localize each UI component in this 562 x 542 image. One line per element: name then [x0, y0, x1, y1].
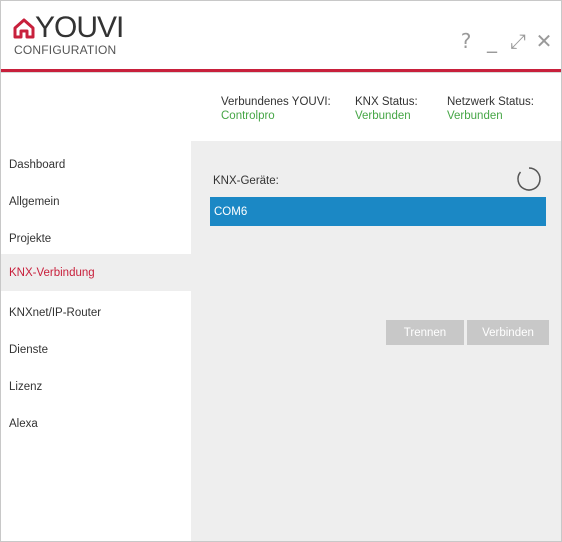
sidebar-item-lizenz[interactable]: Lizenz [1, 368, 191, 405]
network-status: Netzwerk Status: Verbunden [447, 95, 534, 123]
app-window: YOUVI CONFIGURATION ? _ ⤢ ✕ Verbundenes … [0, 0, 562, 542]
logo-subtitle: CONFIGURATION [14, 43, 117, 57]
house-icon [13, 18, 35, 39]
knx-status: KNX Status: Verbunden [355, 95, 418, 123]
sidebar-item-dashboard[interactable]: Dashboard [1, 146, 191, 183]
maximize-icon[interactable]: ⤢ [507, 29, 529, 53]
knx-status-label: KNX Status: [355, 96, 418, 108]
app-logo: YOUVI CONFIGURATION [13, 11, 153, 59]
help-icon[interactable]: ? [455, 29, 477, 53]
sidebar-item-projekte[interactable]: Projekte [1, 220, 191, 257]
main-panel: KNX-Geräte: COM6 Trennen Verbinden [191, 141, 561, 541]
network-status-value: Verbunden [447, 110, 503, 122]
knx-devices-label: KNX-Geräte: [213, 175, 279, 187]
logo-wordmark: YOUVI [35, 11, 124, 44]
connect-button[interactable]: Verbinden [467, 320, 549, 345]
knx-status-value: Verbunden [355, 110, 411, 122]
sidebar-item-alexa[interactable]: Alexa [1, 405, 191, 442]
sidebar-item-allgemein[interactable]: Allgemein [1, 183, 191, 220]
sidebar-item-knxnet-ip-router[interactable]: KNXnet/IP-Router [1, 294, 191, 331]
status-header: Verbundenes YOUVI: Controlpro KNX Status… [1, 73, 561, 141]
window-controls: ? _ ⤢ ✕ [455, 27, 555, 55]
minimize-icon[interactable]: _ [481, 29, 503, 53]
connected-youvi-status: Verbundenes YOUVI: Controlpro [221, 95, 331, 123]
close-icon[interactable]: ✕ [533, 29, 555, 53]
network-status-label: Netzwerk Status: [447, 96, 534, 108]
refresh-icon[interactable] [515, 165, 543, 193]
sidebar: Dashboard Allgemein Projekte KNX-Verbind… [1, 141, 191, 541]
connected-youvi-label: Verbundenes YOUVI: [221, 96, 331, 108]
device-list-item[interactable]: COM6 [210, 197, 546, 226]
disconnect-button[interactable]: Trennen [386, 320, 464, 345]
title-bar: YOUVI CONFIGURATION ? _ ⤢ ✕ [1, 1, 561, 69]
sidebar-item-dienste[interactable]: Dienste [1, 331, 191, 368]
sidebar-item-knx-verbindung[interactable]: KNX-Verbindung [1, 254, 191, 291]
connected-youvi-value: Controlpro [221, 110, 275, 122]
